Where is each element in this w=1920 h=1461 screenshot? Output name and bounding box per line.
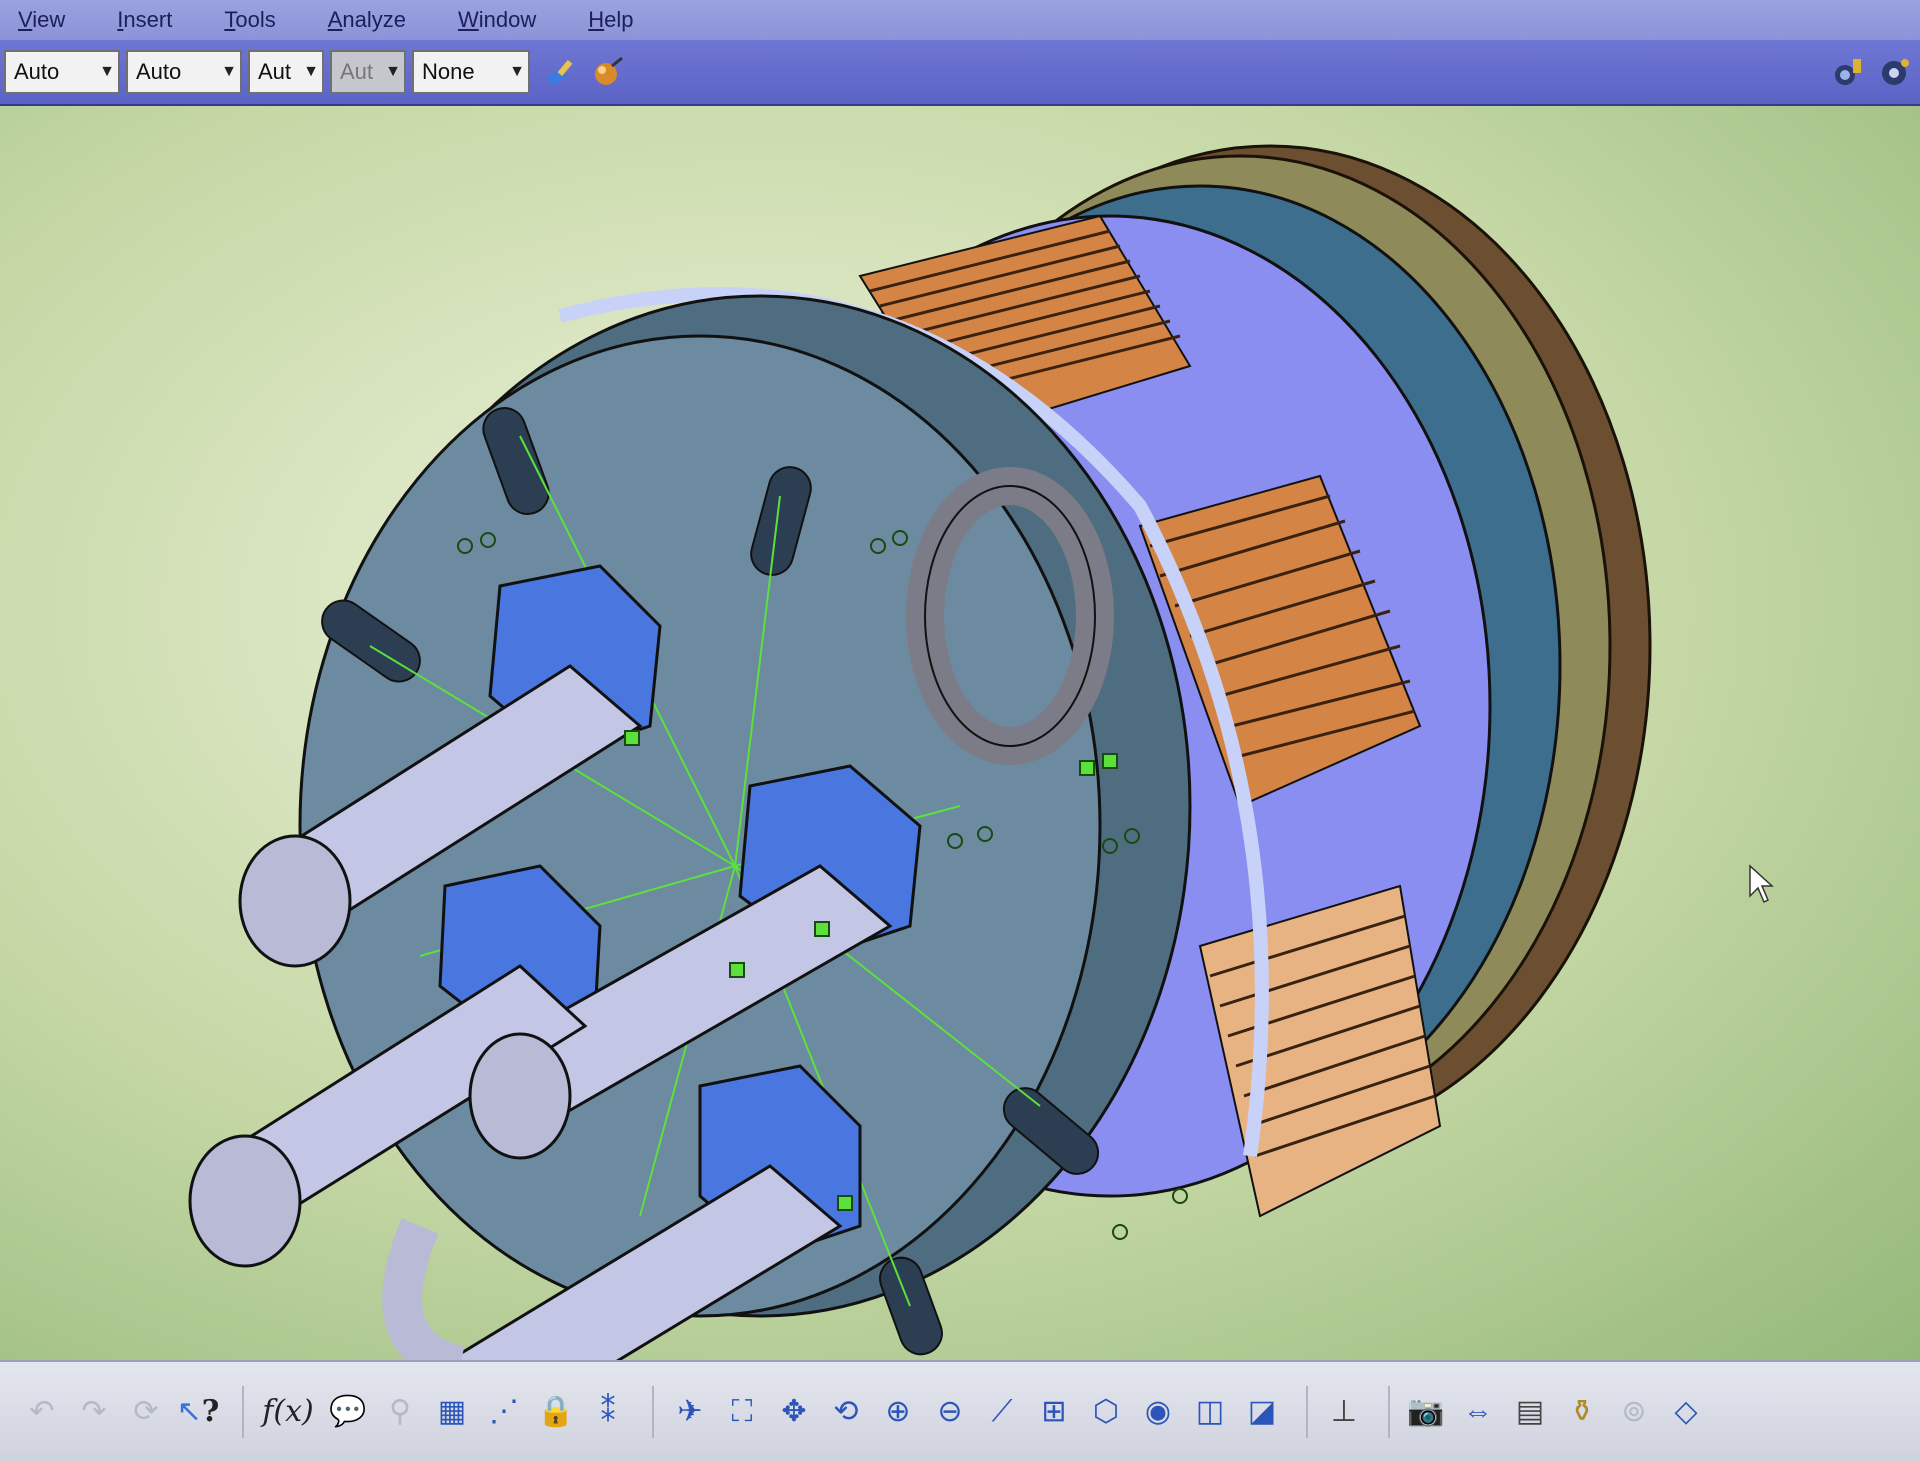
menu-insert[interactable]: Insert (117, 7, 172, 33)
menu-window[interactable]: Window (458, 7, 536, 33)
separator (1388, 1385, 1390, 1438)
swap-visible-space-icon[interactable]: ◪ (1240, 1386, 1284, 1438)
transparency-combo-value: Auto (136, 59, 182, 84)
hide-show-icon[interactable]: ◫ (1188, 1386, 1232, 1438)
line-type-combo-value: Aut (340, 59, 374, 84)
layer-combo[interactable]: None ▼ (412, 50, 530, 94)
rotate-icon[interactable]: ⟲ (824, 1386, 868, 1438)
apply-material-icon[interactable] (1828, 52, 1868, 92)
assembly-model[interactable] (0, 106, 1920, 1360)
layer-combo-value: None (422, 59, 475, 84)
3d-viewport[interactable] (0, 106, 1920, 1360)
separator (1306, 1385, 1308, 1438)
equation-icon[interactable]: ⁑ (586, 1386, 630, 1438)
measure-between-icon[interactable]: ⇔ (1456, 1386, 1500, 1438)
menu-tools[interactable]: Tools (224, 7, 275, 33)
zoom-in-icon[interactable]: ⊕ (876, 1386, 920, 1438)
chevron-down-icon[interactable]: ▼ (218, 63, 240, 81)
iso-view-icon[interactable]: ⬡ (1084, 1386, 1128, 1438)
pan-icon[interactable]: ✥ (772, 1386, 816, 1438)
color-combo[interactable]: Auto ▼ (4, 50, 120, 94)
line-thickness-combo[interactable]: Aut ▼ (248, 50, 324, 94)
pointer-icon: ↖ (176, 1395, 202, 1428)
redo-icon: ↷ (81, 1395, 107, 1428)
lower-handle (382, 1218, 466, 1360)
render-settings-icon[interactable] (1874, 52, 1914, 92)
bottom-toolbar: ↶ ↷ ⟳ ↖? f(x) 💬 ⚲ ▦ ⋰ 🔒 ⁑ ✈ ⛶ ✥ ⟲ ⊕ ⊖ ⟋ … (0, 1360, 1920, 1461)
multi-view-icon[interactable]: ⊞ (1032, 1386, 1076, 1438)
comment-icon[interactable]: 💬 (326, 1386, 370, 1438)
repeat-icon: ⟳ (133, 1395, 159, 1428)
formula-button[interactable]: f(x) (258, 1386, 318, 1438)
formula-label: f(x) (262, 1394, 314, 1429)
chevron-down-icon: ▼ (385, 63, 401, 80)
apply-material-icon: ⊚ (1621, 1395, 1647, 1428)
menu-view[interactable]: View (18, 7, 65, 33)
fly-mode-icon[interactable]: ✈ (668, 1386, 712, 1438)
measure-item-icon[interactable]: ▤ (1508, 1386, 1552, 1438)
axis-system-icon[interactable]: ⊥ (1322, 1386, 1366, 1438)
whats-this-help-button[interactable]: ↖? (176, 1386, 220, 1438)
capture-icon[interactable]: 📷 (1404, 1386, 1448, 1438)
menu-analyze[interactable]: Analyze (328, 7, 406, 33)
zoom-out-icon[interactable]: ⊖ (928, 1386, 972, 1438)
transparency-combo[interactable]: Auto ▼ (126, 50, 242, 94)
menu-help[interactable]: Help (588, 7, 633, 33)
menu-bar: View Insert Tools Analyze Window Help (0, 0, 1920, 40)
undo-icon: ↶ (29, 1395, 55, 1428)
mouse-cursor-icon (1749, 864, 1774, 904)
chevron-down-icon[interactable]: ▼ (300, 63, 322, 81)
knowledge-icon: ⚲ (389, 1395, 411, 1428)
line-thickness-combo-value: Aut (258, 59, 292, 84)
measure-inertia-icon[interactable]: ⚱ (1560, 1386, 1604, 1438)
catalog-icon[interactable]: ⋰ (482, 1386, 526, 1438)
normal-view-icon[interactable]: ⟋ (980, 1386, 1024, 1438)
graphic-properties-toolbar: Auto ▼ Auto ▼ Aut ▼ Aut ▼ None ▼ (0, 40, 1920, 106)
separator (652, 1385, 654, 1438)
material-sphere-icon[interactable] (588, 52, 628, 92)
toolbar-right-group (1822, 40, 1920, 104)
color-combo-value: Auto (14, 59, 60, 84)
lock-icon[interactable]: 🔒 (534, 1386, 578, 1438)
chevron-down-icon[interactable]: ▼ (506, 63, 528, 81)
line-type-combo: Aut ▼ (330, 50, 406, 94)
sketcher-icon[interactable]: ◇ (1664, 1386, 1708, 1438)
paint-brush-icon[interactable] (542, 52, 582, 92)
design-table-icon[interactable]: ▦ (430, 1386, 474, 1438)
chevron-down-icon[interactable]: ▼ (96, 63, 118, 81)
help-label: ? (201, 1394, 220, 1429)
separator (242, 1385, 244, 1438)
shading-icon[interactable]: ◉ (1136, 1386, 1180, 1438)
fit-all-icon[interactable]: ⛶ (720, 1386, 764, 1438)
